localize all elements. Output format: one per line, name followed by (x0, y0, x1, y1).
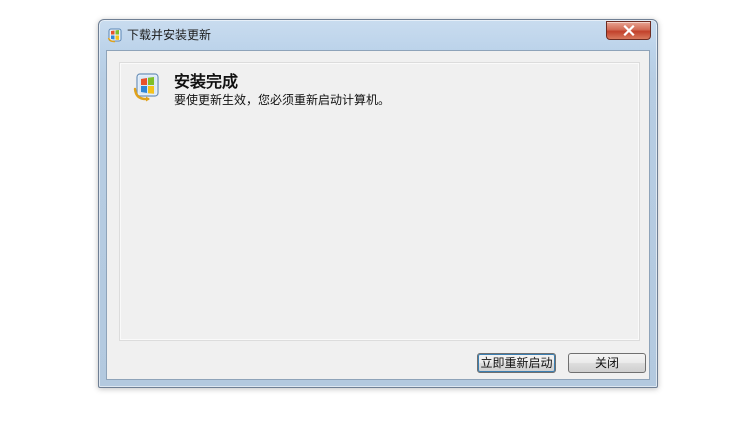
title-bar[interactable]: 下载并安装更新 (99, 20, 657, 50)
windows-update-icon (107, 27, 123, 43)
close-button[interactable] (606, 21, 651, 40)
content-panel: 安装完成 要使更新生效，您必须重新启动计算机。 (119, 62, 640, 341)
page-title: 安装完成 (174, 72, 239, 91)
restart-now-button[interactable]: 立即重新启动 (477, 353, 556, 373)
close-dialog-button[interactable]: 关闭 (568, 353, 646, 373)
close-icon (623, 25, 635, 36)
restart-message: 要使更新生效，您必须重新启动计算机。 (174, 93, 391, 107)
windows-update-icon (132, 71, 162, 103)
dialog-client-area: 安装完成 要使更新生效，您必须重新启动计算机。 立即重新启动 关闭 (106, 50, 650, 380)
window-title: 下载并安装更新 (127, 28, 212, 42)
dialog-window: 下载并安装更新 安装完成 要使更新生效，您必须重新启动计算机。 立即重新启动 关… (98, 19, 658, 388)
